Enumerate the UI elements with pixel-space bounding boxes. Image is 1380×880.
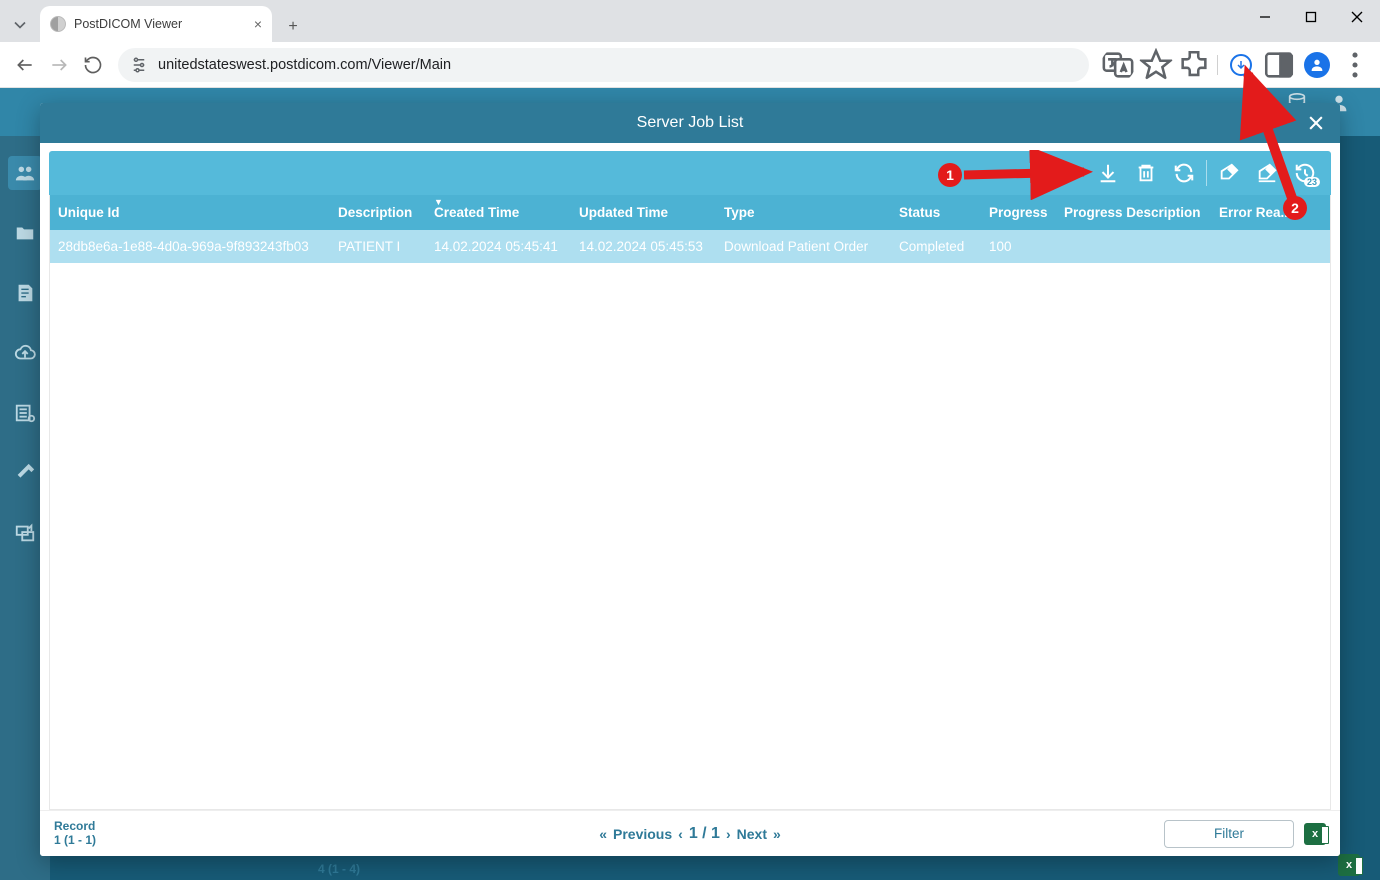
sidebar-folder-icon[interactable] xyxy=(8,216,42,250)
pager-next-chevron[interactable]: › xyxy=(726,826,731,842)
col-uniqueid[interactable]: Unique Id xyxy=(50,195,330,230)
modal-footer: Record 1 (1 - 1) « Previous ‹ 1 / 1 › Ne… xyxy=(40,810,1340,856)
sidebar-patients-icon[interactable] xyxy=(8,156,42,190)
modal-title-bar: Server Job List xyxy=(40,103,1340,143)
col-description[interactable]: Description xyxy=(330,195,426,230)
favicon xyxy=(50,16,66,32)
download-button[interactable] xyxy=(1090,155,1126,191)
window-maximize-button[interactable] xyxy=(1288,0,1334,34)
behind-record-count: 4 (1 - 4) xyxy=(318,862,360,876)
site-settings-icon[interactable] xyxy=(130,56,148,74)
export-excel-icon[interactable]: x xyxy=(1304,823,1326,845)
clear-button[interactable] xyxy=(1211,155,1247,191)
modal-toolbar: 23 xyxy=(49,151,1331,195)
tab-title: PostDICOM Viewer xyxy=(74,17,182,31)
clear-all-button[interactable] xyxy=(1249,155,1285,191)
modal-close-button[interactable] xyxy=(1302,109,1330,137)
col-error[interactable]: Error Rea... xyxy=(1211,195,1330,230)
cell-error xyxy=(1211,230,1330,263)
sidebar-sync-icon[interactable] xyxy=(8,516,42,550)
pager-page: 1 / 1 xyxy=(689,825,720,843)
window-minimize-button[interactable] xyxy=(1242,0,1288,34)
col-progress[interactable]: Progress xyxy=(981,195,1056,230)
col-type[interactable]: Type xyxy=(716,195,891,230)
record-info: Record 1 (1 - 1) xyxy=(54,820,96,848)
cell-progress: 100 xyxy=(981,230,1056,263)
browser-tab[interactable]: PostDICOM Viewer × xyxy=(40,6,272,42)
col-created[interactable]: ▼Created Time xyxy=(426,195,571,230)
cell-uniqueid: 28db8e6a-1e88-4d0a-969a-9f893243fb03 xyxy=(50,230,330,263)
sort-desc-icon: ▼ xyxy=(434,197,443,207)
window-controls xyxy=(1242,0,1380,34)
bookmark-star-icon[interactable] xyxy=(1139,48,1173,82)
server-job-list-modal: Server Job List 23 xyxy=(40,103,1340,856)
modal-title: Server Job List xyxy=(637,114,744,132)
cell-type: Download Patient Order xyxy=(716,230,891,263)
pager-prev-label[interactable]: Previous xyxy=(613,826,672,842)
sidebar-share-icon[interactable] xyxy=(8,456,42,490)
pager-prev-chevron[interactable]: ‹ xyxy=(678,826,683,842)
cell-description: PATIENT I xyxy=(330,230,426,263)
table-header-row: Unique Id Description ▼Created Time Upda… xyxy=(50,195,1330,230)
behind-export-excel-icon[interactable]: x xyxy=(1338,854,1360,876)
pager-first[interactable]: « xyxy=(599,826,607,842)
delete-button[interactable] xyxy=(1128,155,1164,191)
cell-created: 14.02.2024 05:45:41 xyxy=(426,230,571,263)
extensions-icon[interactable] xyxy=(1177,48,1211,82)
pager: « Previous ‹ 1 / 1 › Next » xyxy=(599,825,781,843)
cell-progressdesc xyxy=(1056,230,1211,263)
sidepanel-icon[interactable] xyxy=(1262,48,1296,82)
downloads-icon[interactable] xyxy=(1224,48,1258,82)
pager-last[interactable]: » xyxy=(773,826,781,842)
col-status[interactable]: Status xyxy=(891,195,981,230)
profile-avatar[interactable] xyxy=(1300,48,1334,82)
history-button[interactable]: 23 xyxy=(1287,155,1323,191)
history-badge-count: 23 xyxy=(1304,177,1320,187)
toolbar-separator xyxy=(1217,55,1218,75)
tab-close-icon[interactable]: × xyxy=(254,16,262,32)
nav-forward-button[interactable] xyxy=(42,48,76,82)
nav-reload-button[interactable] xyxy=(76,48,110,82)
refresh-button[interactable] xyxy=(1166,155,1202,191)
job-table: Unique Id Description ▼Created Time Upda… xyxy=(49,195,1331,810)
sidebar-notes-icon[interactable] xyxy=(8,276,42,310)
translate-icon[interactable] xyxy=(1101,48,1135,82)
kebab-menu-icon[interactable] xyxy=(1338,48,1372,82)
filter-button[interactable]: Filter xyxy=(1164,820,1294,848)
sidebar-joblist-icon[interactable] xyxy=(8,396,42,430)
col-updated[interactable]: Updated Time xyxy=(571,195,716,230)
tab-strip: PostDICOM Viewer × + xyxy=(0,0,1380,42)
cell-status: Completed xyxy=(891,230,981,263)
url-text: unitedstateswest.postdicom.com/Viewer/Ma… xyxy=(158,57,451,73)
address-bar: unitedstateswest.postdicom.com/Viewer/Ma… xyxy=(0,42,1380,88)
tab-search-button[interactable] xyxy=(0,8,40,42)
window-close-button[interactable] xyxy=(1334,0,1380,34)
sidebar-upload-icon[interactable] xyxy=(8,336,42,370)
table-row[interactable]: 28db8e6a-1e88-4d0a-969a-9f893243fb03 PAT… xyxy=(50,230,1330,263)
omnibox[interactable]: unitedstateswest.postdicom.com/Viewer/Ma… xyxy=(118,48,1089,82)
new-tab-button[interactable]: + xyxy=(278,12,308,42)
cell-updated: 14.02.2024 05:45:53 xyxy=(571,230,716,263)
col-progressdesc[interactable]: Progress Description xyxy=(1056,195,1211,230)
toolbar-separator xyxy=(1206,160,1207,186)
browser-chrome: PostDICOM Viewer × + unitedstateswest.po… xyxy=(0,0,1380,88)
nav-back-button[interactable] xyxy=(8,48,42,82)
pager-next-label[interactable]: Next xyxy=(737,826,767,842)
